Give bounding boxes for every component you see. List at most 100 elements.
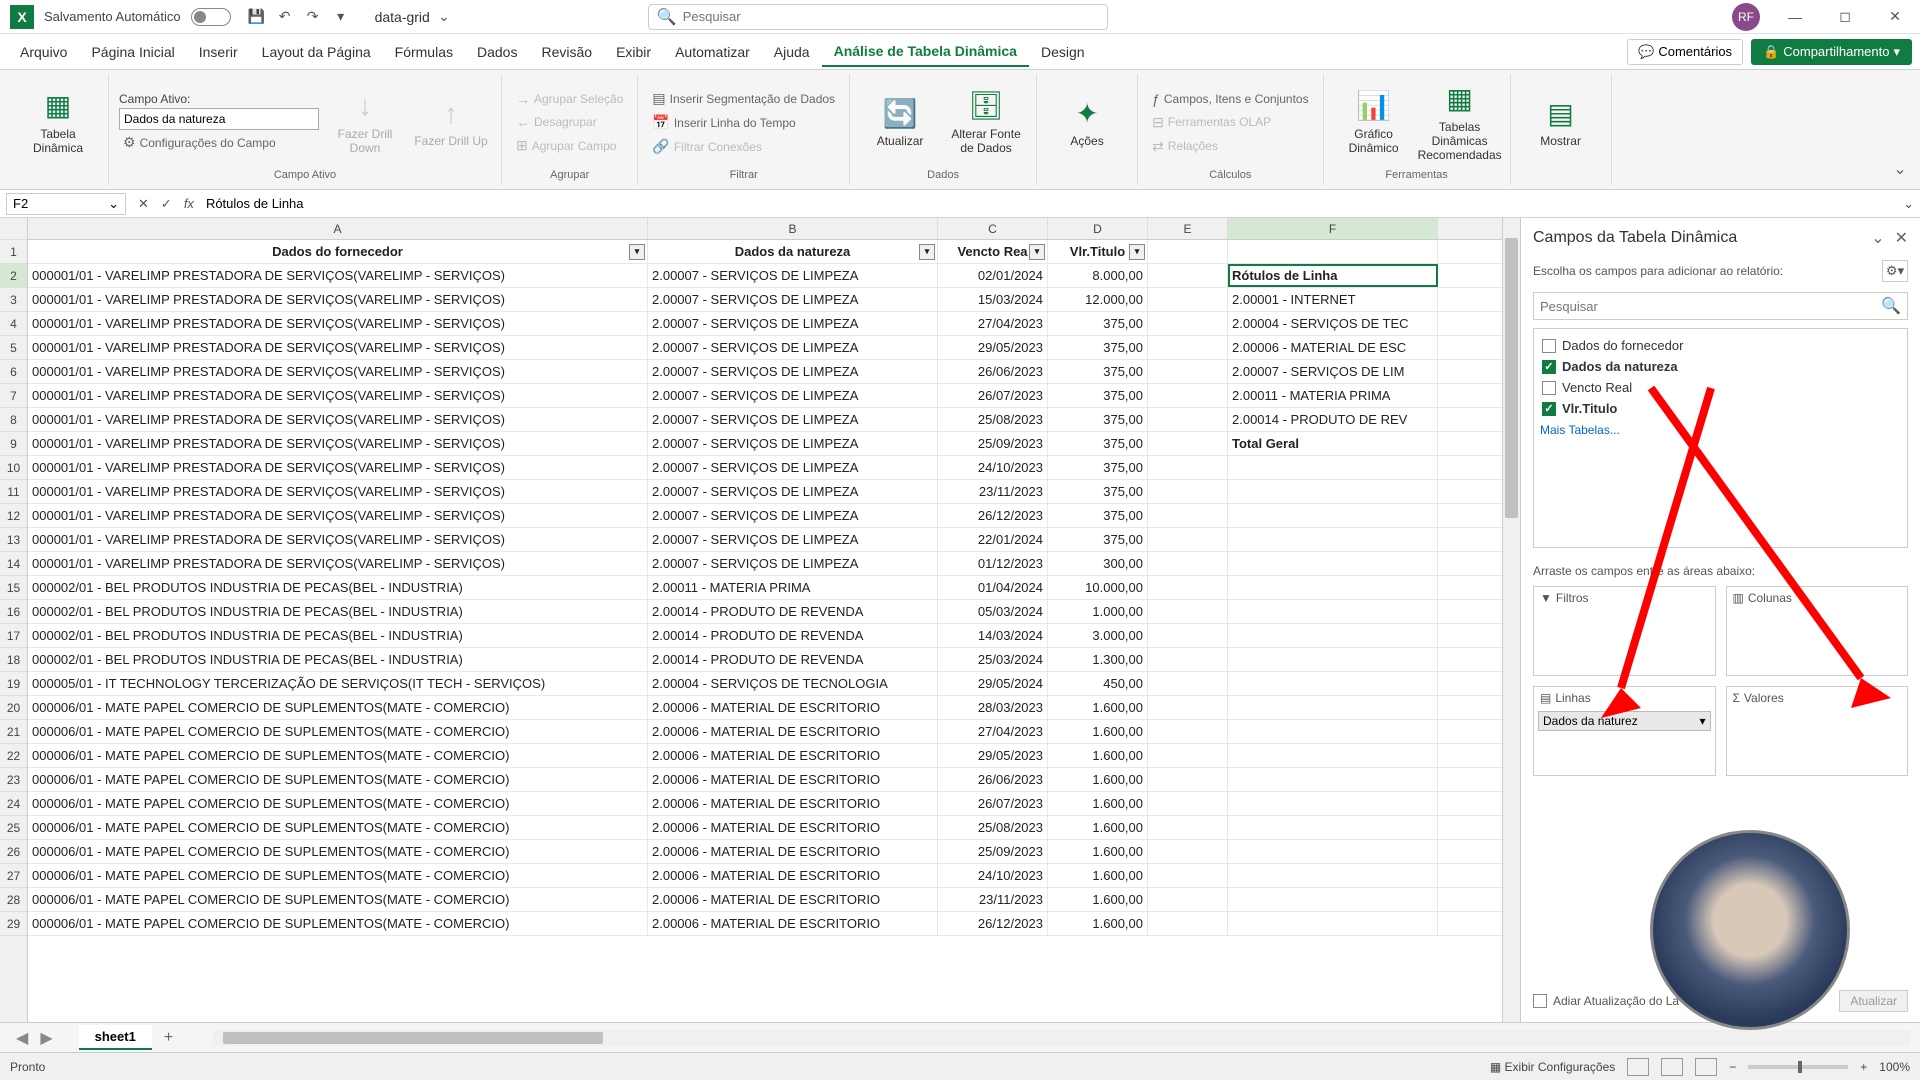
cell-c[interactable]: 23/11/2023 [938,480,1048,503]
cell-e[interactable] [1148,336,1228,359]
sheet-tab-sheet1[interactable]: sheet1 [79,1025,152,1050]
cell-e[interactable] [1148,384,1228,407]
cell-b[interactable]: 2.00007 - SERVIÇOS DE LIMPEZA [648,480,938,503]
vertical-scrollbar[interactable] [1502,218,1520,1022]
checkbox-vencto[interactable] [1542,381,1556,395]
cell-c[interactable]: 26/12/2023 [938,504,1048,527]
cell-f[interactable] [1228,600,1438,623]
cell-f[interactable] [1228,888,1438,911]
cell-b[interactable]: 2.00011 - MATERIA PRIMA [648,576,938,599]
cell-c[interactable]: 27/04/2023 [938,312,1048,335]
drop-colunas[interactable]: ▥Colunas [1726,586,1909,676]
cell-b[interactable]: 2.00014 - PRODUTO DE REVENDA [648,624,938,647]
col-header-e[interactable]: E [1148,218,1228,239]
field-natureza[interactable]: ✓Dados da natureza [1540,356,1901,377]
tab-pagina-inicial[interactable]: Página Inicial [79,38,186,66]
cell-d[interactable]: 1.600,00 [1048,744,1148,767]
zoom-level[interactable]: 100% [1879,1060,1910,1074]
cell-b[interactable]: 2.00006 - MATERIAL DE ESCRITORIO [648,792,938,815]
cell-a[interactable]: 000006/01 - MATE PAPEL COMERCIO DE SUPLE… [28,912,648,935]
tab-ajuda[interactable]: Ajuda [762,38,822,66]
tabela-dinamica-button[interactable]: ▦Tabela Dinâmica [18,89,98,155]
row-header-10[interactable]: 10 [0,456,27,480]
cell-f[interactable]: 2.00011 - MATERIA PRIMA [1228,384,1438,407]
cell-e[interactable] [1148,672,1228,695]
inserir-linha-tempo-button[interactable]: 📅Inserir Linha do Tempo [648,112,839,133]
cell-a[interactable]: 000001/01 - VARELIMP PRESTADORA DE SERVI… [28,432,648,455]
cell-c[interactable]: 05/03/2024 [938,600,1048,623]
cell-c[interactable]: 25/08/2023 [938,816,1048,839]
linha-item-natureza[interactable]: Dados da naturez▾ [1538,711,1711,731]
tab-formulas[interactable]: Fórmulas [383,38,465,66]
cell-d[interactable]: 375,00 [1048,504,1148,527]
campo-ativo-input[interactable] [119,108,319,130]
cell-f[interactable] [1228,552,1438,575]
cell-a[interactable]: 000006/01 - MATE PAPEL COMERCIO DE SUPLE… [28,888,648,911]
cell-b[interactable]: 2.00006 - MATERIAL DE ESCRITORIO [648,864,938,887]
maximize-icon[interactable]: ◻ [1830,2,1860,32]
cell-f[interactable] [1228,504,1438,527]
filter-fornecedor-icon[interactable]: ▾ [629,244,645,260]
row-header-8[interactable]: 8 [0,408,27,432]
cell-b[interactable]: 2.00007 - SERVIÇOS DE LIMPEZA [648,552,938,575]
cell-c[interactable]: 26/07/2023 [938,792,1048,815]
cell-f[interactable] [1228,792,1438,815]
col-header-b[interactable]: B [648,218,938,239]
cell-c[interactable]: 14/03/2024 [938,624,1048,647]
cell-a[interactable]: 000006/01 - MATE PAPEL COMERCIO DE SUPLE… [28,816,648,839]
filename-dropdown-icon[interactable]: ⌄ [434,7,454,27]
view-break-icon[interactable] [1695,1058,1717,1076]
cell-d[interactable]: 1.600,00 [1048,888,1148,911]
search-box[interactable]: 🔍 [648,4,1108,30]
row-header-22[interactable]: 22 [0,744,27,768]
cell-f[interactable] [1228,696,1438,719]
row-header-14[interactable]: 14 [0,552,27,576]
cell-f[interactable] [1228,912,1438,935]
more-tables-link[interactable]: Mais Tabelas... [1540,423,1901,437]
cell-e[interactable] [1148,456,1228,479]
formula-expand-icon[interactable]: ⌄ [1897,196,1920,212]
alterar-fonte-button[interactable]: 🗄Alterar Fonte de Dados [946,89,1026,155]
row-header-17[interactable]: 17 [0,624,27,648]
cell-a[interactable]: 000006/01 - MATE PAPEL COMERCIO DE SUPLE… [28,744,648,767]
select-all-corner[interactable] [0,218,27,240]
cell-f1[interactable] [1228,240,1438,263]
cell-f[interactable] [1228,480,1438,503]
filename[interactable]: data-grid [375,9,430,25]
sheet-prev-icon[interactable]: ◀ [10,1028,34,1048]
cell-e[interactable] [1148,912,1228,935]
cell-b[interactable]: 2.00007 - SERVIÇOS DE LIMPEZA [648,288,938,311]
cell-f[interactable]: 2.00014 - PRODUTO DE REV [1228,408,1438,431]
cell-c[interactable]: 29/05/2023 [938,744,1048,767]
checkbox-vlr-titulo[interactable]: ✓ [1542,402,1556,416]
filter-natureza-icon[interactable]: ▾ [919,244,935,260]
cell-a[interactable]: 000002/01 - BEL PRODUTOS INDUSTRIA DE PE… [28,576,648,599]
cell-a[interactable]: 000006/01 - MATE PAPEL COMERCIO DE SUPLE… [28,720,648,743]
cell-b[interactable]: 2.00007 - SERVIÇOS DE LIMPEZA [648,504,938,527]
cell-b[interactable]: 2.00006 - MATERIAL DE ESCRITORIO [648,744,938,767]
cell-e[interactable] [1148,720,1228,743]
col-header-f[interactable]: F [1228,218,1438,239]
cell-b[interactable]: 2.00007 - SERVIÇOS DE LIMPEZA [648,264,938,287]
header-natureza[interactable]: Dados da natureza▾ [648,240,938,263]
cell-e[interactable] [1148,480,1228,503]
cell-c[interactable]: 26/06/2023 [938,768,1048,791]
cell-b[interactable]: 2.00006 - MATERIAL DE ESCRITORIO [648,816,938,839]
cell-e[interactable] [1148,744,1228,767]
cell-f[interactable]: Total Geral [1228,432,1438,455]
cell-a[interactable]: 000006/01 - MATE PAPEL COMERCIO DE SUPLE… [28,768,648,791]
cell-b[interactable]: 2.00006 - MATERIAL DE ESCRITORIO [648,720,938,743]
cell-a[interactable]: 000002/01 - BEL PRODUTOS INDUSTRIA DE PE… [28,648,648,671]
row-header-6[interactable]: 6 [0,360,27,384]
cell-d[interactable]: 375,00 [1048,480,1148,503]
cell-e[interactable] [1148,528,1228,551]
row-header-25[interactable]: 25 [0,816,27,840]
cell-c[interactable]: 24/10/2023 [938,456,1048,479]
search-input[interactable] [683,9,1099,24]
cell-e[interactable] [1148,312,1228,335]
row-header-29[interactable]: 29 [0,912,27,936]
share-button[interactable]: 🔒 Compartilhamento ▾ [1751,39,1912,65]
header-vlr-titulo[interactable]: Vlr.Titulo▾ [1048,240,1148,263]
cell-e[interactable] [1148,552,1228,575]
cell-a[interactable]: 000001/01 - VARELIMP PRESTADORA DE SERVI… [28,408,648,431]
